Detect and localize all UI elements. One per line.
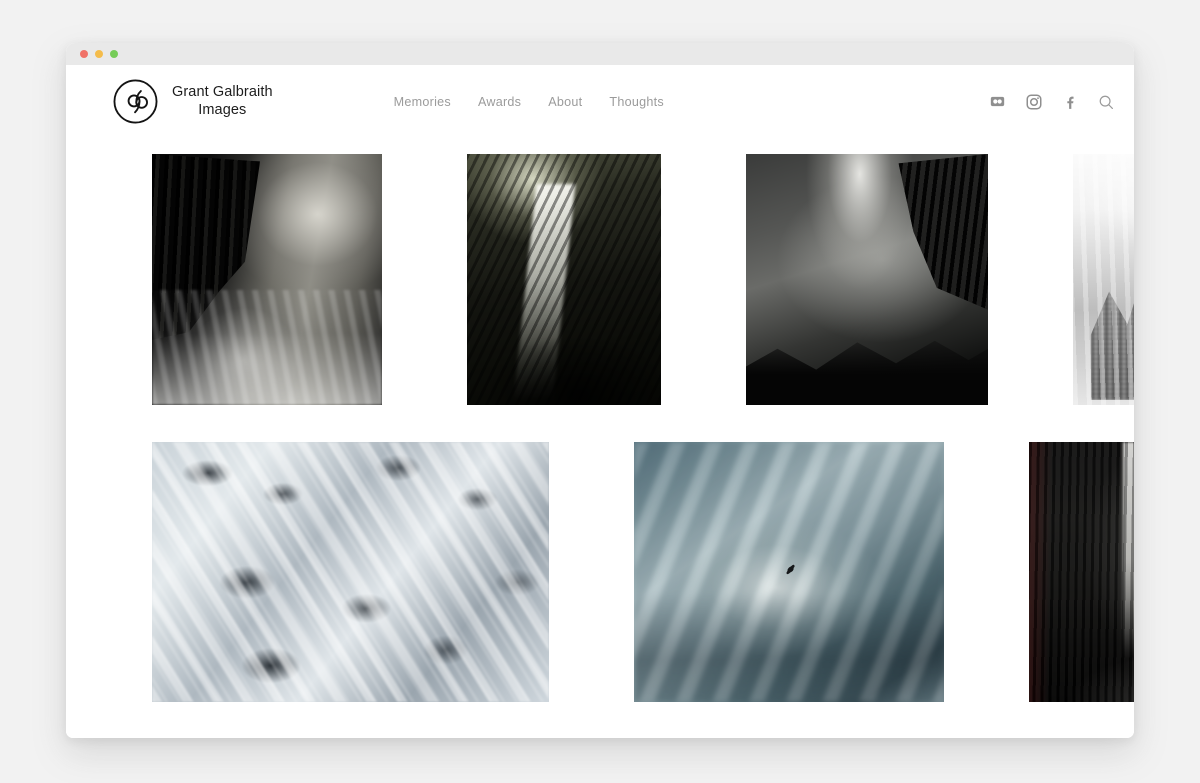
photo-bird-mist xyxy=(634,442,944,702)
photo-frost-forest xyxy=(152,442,549,702)
logo-96-icon xyxy=(112,78,159,125)
browser-window: Grant Galbraith Images Memories Awards A… xyxy=(66,43,1134,738)
gallery-row-2 xyxy=(112,426,1088,718)
photo-city-blur xyxy=(1073,154,1134,405)
window-close-button[interactable] xyxy=(80,50,88,58)
site-header: Grant Galbraith Images Memories Awards A… xyxy=(66,65,1134,138)
tile-bird-mist[interactable] xyxy=(634,442,944,702)
tile-frost-forest[interactable] xyxy=(152,442,549,702)
photo-gallery xyxy=(66,138,1134,738)
gallery-row-3 xyxy=(112,723,1088,738)
photo-cliff-falls xyxy=(152,154,382,405)
photo-twin-falls xyxy=(1029,442,1134,702)
instagram-icon[interactable] xyxy=(1025,93,1042,110)
brand-name-line1: Grant Galbraith xyxy=(172,84,273,100)
facebook-icon[interactable] xyxy=(1061,93,1078,110)
tile-twin-falls[interactable] xyxy=(1029,442,1134,702)
tile-valley-glow[interactable] xyxy=(746,154,988,405)
tile-city-blur[interactable] xyxy=(1073,154,1134,405)
tile-gorge-fall[interactable] xyxy=(467,154,661,405)
brand-logo-link[interactable]: Grant Galbraith Images xyxy=(112,78,273,125)
window-titlebar xyxy=(66,43,1134,65)
photo-valley-glow xyxy=(746,154,988,405)
nav-item-thoughts[interactable]: Thoughts xyxy=(609,95,664,109)
brand-name: Grant Galbraith Images xyxy=(172,84,273,119)
gallery-row-1 xyxy=(112,138,1088,421)
nav-item-awards[interactable]: Awards xyxy=(478,95,521,109)
brand-name-line2: Images xyxy=(172,102,273,120)
site-page: Grant Galbraith Images Memories Awards A… xyxy=(66,65,1134,738)
window-zoom-button[interactable] xyxy=(110,50,118,58)
search-icon[interactable] xyxy=(1097,93,1114,110)
nav-item-memories[interactable]: Memories xyxy=(394,95,451,109)
window-minimize-button[interactable] xyxy=(95,50,103,58)
tile-cliff-falls[interactable] xyxy=(152,154,382,405)
nav-item-about[interactable]: About xyxy=(548,95,582,109)
photo-gorge-fall xyxy=(467,154,661,405)
flickr-icon[interactable] xyxy=(989,93,1006,110)
header-actions xyxy=(989,93,1114,110)
main-navigation: Memories Awards About Thoughts xyxy=(394,95,664,109)
